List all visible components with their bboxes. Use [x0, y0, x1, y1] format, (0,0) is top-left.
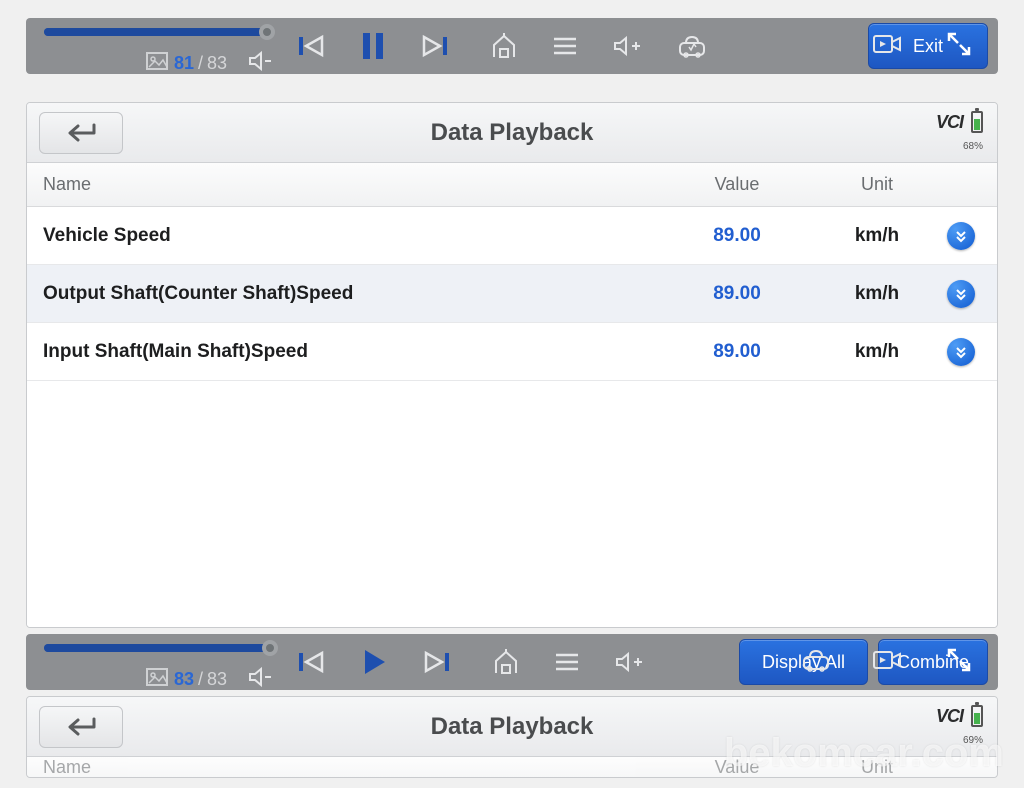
volume-down-icon[interactable] — [247, 50, 273, 77]
table-row[interactable]: Input Shaft(Main Shaft)Speed 89.00 km/h — [27, 323, 997, 381]
table-row[interactable]: Vehicle Speed 89.00 km/h — [27, 207, 997, 265]
media-bar-top: 81 / 83 — [26, 18, 998, 74]
col-header-name: Name — [27, 174, 667, 195]
skip-end-icon[interactable] — [422, 649, 452, 675]
page-title: Data Playback — [27, 119, 997, 147]
battery-icon — [971, 111, 983, 133]
row-unit: km/h — [807, 341, 947, 363]
row-unit: km/h — [807, 283, 947, 305]
gallery-icon[interactable] — [146, 668, 168, 691]
battery-pct: 69% — [963, 735, 983, 746]
status-block: VCI — [936, 705, 983, 727]
data-playback-card: Data Playback VCI 68% Name Value Unit Ve… — [26, 102, 998, 628]
card-header: Data Playback VCI 69% — [27, 697, 997, 757]
page-title: Data Playback — [27, 713, 997, 741]
record-icon[interactable] — [872, 648, 902, 677]
row-unit: km/h — [807, 225, 947, 247]
status-block: VCI — [936, 111, 983, 133]
row-name: Vehicle Speed — [27, 225, 667, 247]
table-header: Name Value Unit — [27, 163, 997, 207]
card-header: Data Playback VCI 68% — [27, 103, 997, 163]
vci-label: VCI — [936, 706, 963, 727]
volume-down-icon[interactable] — [247, 666, 273, 693]
progress-bar[interactable] — [44, 634, 274, 642]
vci-label: VCI — [936, 112, 963, 133]
menu-icon[interactable] — [554, 651, 580, 673]
expand-icon[interactable] — [946, 647, 972, 678]
gallery-icon[interactable] — [146, 52, 168, 75]
row-value: 89.00 — [667, 283, 807, 305]
frame-sep: / — [198, 669, 203, 690]
menu-icon[interactable] — [552, 35, 578, 57]
col-header-value: Value — [667, 757, 807, 778]
frame-sep: / — [198, 53, 203, 74]
diagnostics-icon[interactable] — [676, 33, 708, 59]
skip-start-icon[interactable] — [296, 649, 326, 675]
table-body: Vehicle Speed 89.00 km/h Output Shaft(Co… — [27, 207, 997, 627]
expand-row-button[interactable] — [947, 222, 975, 250]
table-row[interactable]: Output Shaft(Counter Shaft)Speed 89.00 k… — [27, 265, 997, 323]
expand-row-button[interactable] — [947, 338, 975, 366]
col-header-value: Value — [667, 174, 807, 195]
home-icon[interactable] — [490, 33, 518, 59]
row-name: Input Shaft(Main Shaft)Speed — [27, 341, 667, 363]
exit-label: Exit — [913, 36, 943, 57]
record-icon[interactable] — [872, 32, 902, 61]
volume-up-icon[interactable] — [612, 34, 642, 58]
home-icon[interactable] — [492, 649, 520, 675]
skip-end-icon[interactable] — [420, 33, 450, 59]
back-button[interactable] — [39, 112, 123, 154]
col-header-unit: Unit — [807, 757, 947, 778]
expand-row-button[interactable] — [947, 280, 975, 308]
skip-start-icon[interactable] — [296, 33, 326, 59]
frame-current: 83 — [174, 669, 194, 690]
table-header: Name Value Unit — [27, 757, 997, 777]
frame-total: 83 — [207, 669, 227, 690]
col-header-name: Name — [27, 757, 667, 778]
data-playback-card-2: Data Playback VCI 69% Name Value Unit — [26, 696, 998, 778]
battery-pct: 68% — [963, 141, 983, 152]
progress-bar[interactable] — [44, 18, 274, 26]
frame-total: 83 — [207, 53, 227, 74]
col-header-unit: Unit — [807, 174, 947, 195]
row-value: 89.00 — [667, 341, 807, 363]
pause-icon[interactable] — [360, 31, 386, 61]
volume-up-icon[interactable] — [614, 650, 644, 674]
play-icon[interactable] — [360, 647, 388, 677]
expand-icon[interactable] — [946, 31, 972, 62]
media-bar-bottom: 83 / 83 — [26, 634, 998, 690]
diagnostics-icon[interactable] — [800, 647, 832, 678]
row-name: Output Shaft(Counter Shaft)Speed — [27, 283, 667, 305]
row-value: 89.00 — [667, 225, 807, 247]
battery-icon — [971, 705, 983, 727]
frame-current: 81 — [174, 53, 194, 74]
back-button[interactable] — [39, 706, 123, 748]
